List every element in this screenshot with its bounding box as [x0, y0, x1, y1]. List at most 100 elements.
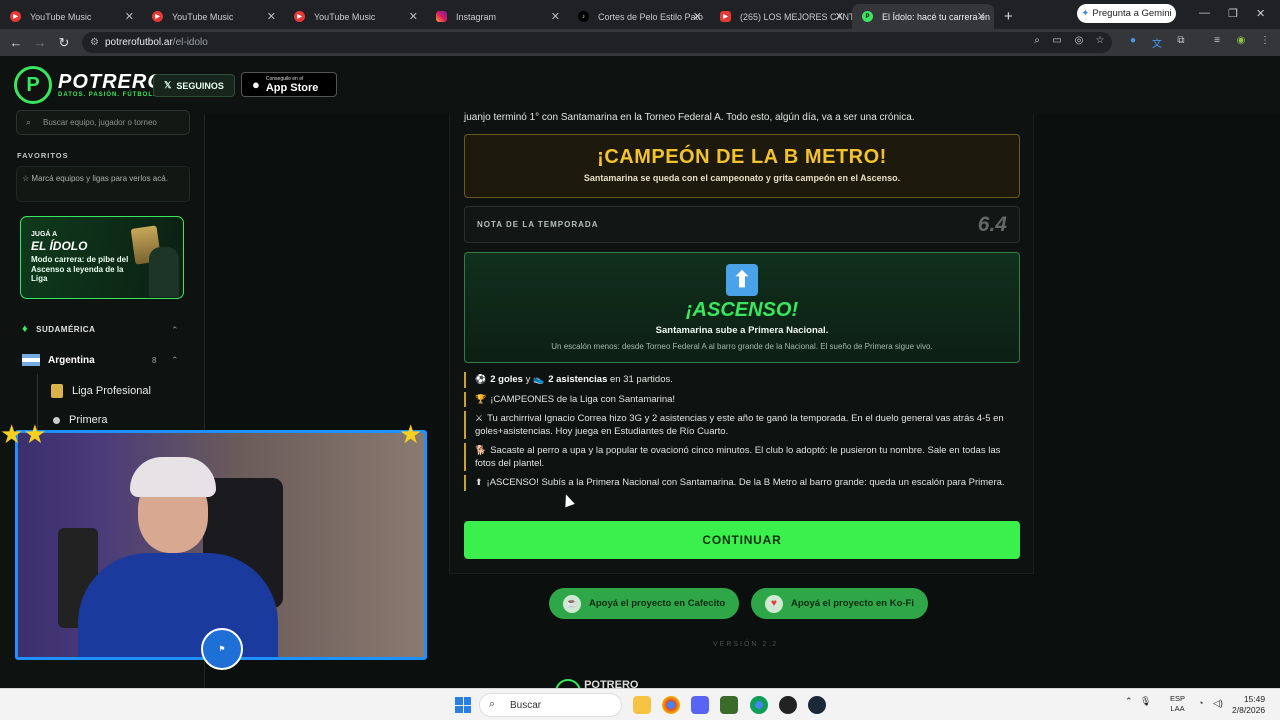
profile-icon[interactable]: ◉	[1234, 35, 1248, 49]
browser-tab[interactable]: ▶ (265) LOS MEJORES CANT ✕	[710, 4, 852, 29]
browser-tab[interactable]: ▶ YouTube Music ✕	[284, 4, 426, 29]
instagram-icon	[436, 11, 447, 22]
player-silhouette-image	[149, 247, 179, 297]
el-idolo-promo-card[interactable]: JUGÁ A EL ÍDOLO Modo carrera: de pibe de…	[20, 216, 184, 299]
league-label: Primera	[69, 414, 108, 426]
gemini-icon: ✦	[1081, 8, 1090, 19]
appstore-big-label: App Store	[265, 81, 319, 94]
windows-taskbar: ⌕ Buscar ⌃ 🎙 ESP LAA ◔ ◁) 15:49 2/8/2026	[0, 688, 1280, 720]
url-path: /el-idolo	[172, 37, 208, 48]
bookmark-star-icon[interactable]: ☆	[1093, 35, 1107, 49]
search-placeholder: Buscar equipo, jugador o torneo	[43, 118, 157, 127]
follow-x-button[interactable]: 𝕏 SEGUINOS	[153, 74, 235, 97]
tab-title: YouTube Music	[30, 11, 92, 22]
gemini-label: Pregunta a Gemini	[1092, 8, 1172, 19]
rating-value: 6.4	[977, 212, 1007, 236]
extension-icon[interactable]: ●	[1126, 35, 1140, 49]
country-label: Argentina	[48, 354, 95, 366]
favorites-heading: FAVORITOS	[17, 151, 69, 160]
menu-icon[interactable]: ⋮	[1258, 35, 1272, 49]
swords-icon: ⚔	[475, 413, 484, 423]
close-tab-icon[interactable]: ✕	[693, 10, 702, 23]
champion-title: ¡CAMPEÓN DE LA B METRO!	[597, 146, 887, 168]
system-tray[interactable]: ⌃ 🎙	[1125, 696, 1151, 707]
promotion-title: ¡ASCENSO!	[685, 299, 799, 321]
app-store-button[interactable]: ● Conseguilo en el App Store	[241, 72, 337, 97]
chevron-up-icon[interactable]: ⌃	[171, 325, 179, 336]
browser-tab[interactable]: ♪ Cortes de Pelo Estilo Pato ✕	[568, 4, 710, 29]
browser-tab[interactable]: ▶ YouTube Music ✕	[142, 4, 284, 29]
chrome-icon[interactable]	[662, 696, 680, 714]
eye-off-icon[interactable]: ◎	[1072, 35, 1086, 49]
country-argentina[interactable]: Argentina	[22, 354, 95, 366]
search-icon: ⌕	[26, 117, 32, 127]
dog-icon: 🐕	[475, 445, 487, 455]
taskbar-clock[interactable]: 15:49 2/8/2026	[1232, 694, 1265, 716]
file-explorer-icon[interactable]	[633, 696, 651, 714]
minimize-icon[interactable]: —	[1199, 7, 1210, 19]
zoom-icon[interactable]: ⌕	[1030, 35, 1044, 49]
browser-tab[interactable]: ▶ YouTube Music ✕	[0, 4, 142, 29]
sidebar-item-liga-profesional[interactable]: Liga Profesional	[51, 384, 151, 398]
forward-icon[interactable]: →	[28, 35, 52, 50]
close-tab-icon[interactable]: ✕	[551, 10, 560, 23]
potrero-logo-icon[interactable]: P	[14, 66, 52, 104]
site-header: P POTRERO DATOS. PASIÓN. FÚTBOL. 𝕏 SEGUIN…	[0, 56, 1280, 114]
install-icon[interactable]: ▭	[1050, 35, 1064, 49]
south-america-icon: ♦	[22, 323, 29, 335]
boot-icon: 👟	[533, 374, 545, 384]
site-info-icon[interactable]: ⚙	[90, 37, 99, 48]
region-sudamerica[interactable]: ♦ SUDAMÉRICA	[22, 323, 95, 335]
maximize-icon[interactable]: ❐	[1228, 7, 1238, 20]
youtube-music-icon: ▶	[10, 11, 21, 22]
promotion-subtitle: Santamarina sube a Primera Nacional.	[655, 325, 829, 336]
sidebar-search-input[interactable]: ⌕ Buscar equipo, jugador o torneo	[16, 110, 190, 135]
reload-icon[interactable]: ↻	[52, 35, 76, 51]
taskbar-search-input[interactable]: ⌕ Buscar	[479, 693, 622, 717]
event-text: Tu archirrival Ignacio Correa hizo 3G y …	[475, 413, 1004, 437]
steam-icon[interactable]	[808, 696, 826, 714]
clock-date: 2/8/2026	[1232, 705, 1266, 715]
gemini-button[interactable]: ✦ Pregunta a Gemini	[1077, 4, 1176, 23]
kofi-support-button[interactable]: ♥ Apoyá el proyecto en Ko-Fi	[751, 588, 928, 619]
brand-name[interactable]: POTRERO	[58, 71, 164, 94]
continue-button[interactable]: CONTINUAR	[464, 521, 1020, 559]
cafecito-support-button[interactable]: ☕ Apoyá el proyecto en Cafecito	[549, 588, 740, 619]
language-indicator[interactable]: ESP LAA	[1170, 694, 1185, 714]
extensions-puzzle-icon[interactable]: ⧉	[1174, 35, 1188, 49]
close-tab-icon[interactable]: ✕	[977, 10, 986, 23]
wifi-icon[interactable]: ◔	[1198, 698, 1203, 708]
obs-icon[interactable]	[779, 696, 797, 714]
event-text: en 31 partidos.	[607, 374, 673, 385]
browser-tab[interactable]: Instagram ✕	[426, 4, 568, 29]
back-icon[interactable]: ←	[4, 35, 28, 50]
address-bar[interactable]: ⚙ potrerofutbol.ar/el-idolo	[82, 32, 1112, 53]
game-app-icon[interactable]	[720, 696, 738, 714]
close-tab-icon[interactable]: ✕	[267, 10, 276, 23]
sidebar-item-primera[interactable]: Primera	[51, 414, 108, 426]
browser-tab-active[interactable]: P El Ídolo: hacé tu carrera en ✕	[852, 4, 994, 29]
volume-icon[interactable]: ◁)	[1213, 698, 1223, 709]
reading-list-icon[interactable]: ≡	[1210, 35, 1224, 49]
close-window-icon[interactable]: ✕	[1256, 7, 1265, 20]
footer-logo[interactable]: POTRERO	[555, 679, 685, 688]
event-connector: y	[522, 374, 533, 385]
follow-label: SEGUINOS	[176, 80, 224, 91]
close-tab-icon[interactable]: ✕	[125, 10, 134, 23]
chrome-profile-icon[interactable]	[750, 696, 768, 714]
youtube-icon: ▶	[720, 11, 731, 22]
trophy-icon: 🏆	[475, 393, 487, 404]
list-item: ⚔ Tu archirrival Ignacio Correa hizo 3G y…	[464, 411, 1020, 439]
chevron-up-icon[interactable]: ⌃	[171, 355, 179, 366]
close-tab-icon[interactable]: ✕	[835, 10, 844, 23]
windows-start-icon[interactable]	[455, 697, 471, 713]
tab-title: El Ídolo: hacé tu carrera en	[882, 11, 991, 22]
tab-title: Instagram	[456, 11, 497, 22]
url-host: potrerofutbol.ar	[104, 37, 173, 48]
new-tab-button[interactable]: +	[1004, 8, 1013, 25]
stream-badge-icon: ⚑	[201, 628, 243, 670]
close-tab-icon[interactable]: ✕	[409, 10, 418, 23]
translate-icon[interactable]: 文	[1150, 35, 1164, 50]
promo-kicker: JUGÁ A	[31, 231, 58, 238]
discord-icon[interactable]	[691, 696, 709, 714]
